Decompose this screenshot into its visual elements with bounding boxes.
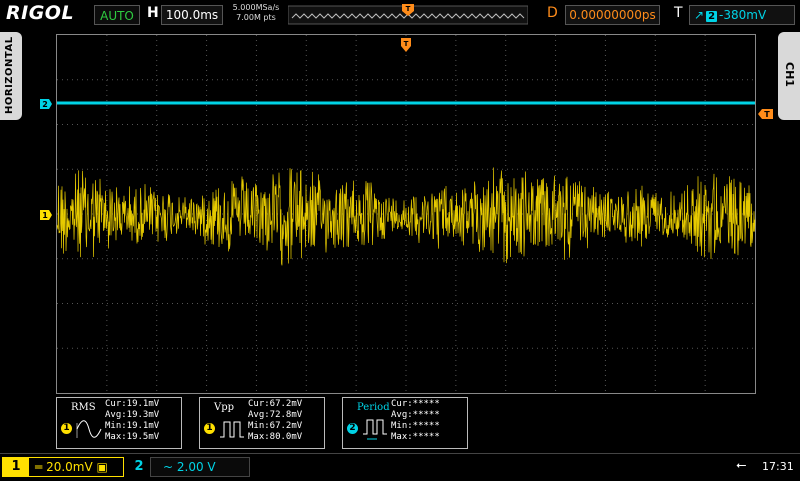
- clock: 17:31: [762, 460, 794, 473]
- vpp-pulse-icon: [220, 421, 244, 438]
- ch2-number[interactable]: 2: [130, 458, 148, 476]
- ch2-scale-value: 2.00 V: [176, 460, 216, 474]
- measurement-title: RMS: [71, 402, 96, 413]
- ac-coupling-icon: ~: [163, 460, 174, 474]
- measurement-period[interactable]: Period 2 Cur:***** Avg:***** Min:***** M…: [342, 397, 468, 449]
- ch1-scale-value: 20.0mV: [46, 460, 93, 474]
- ch2-offset-marker[interactable]: 2: [40, 99, 52, 109]
- min-value: Min:67.2mV: [248, 421, 303, 431]
- source-badge: 2: [347, 423, 358, 434]
- measurement-rms[interactable]: RMS 1 Cur:19.1mV Avg:19.3mV Min:19.1mV M…: [56, 397, 182, 449]
- ch1-marker-text: 1: [42, 211, 48, 220]
- dc-coupling-icon: ═: [35, 460, 43, 474]
- period-pulse-icon: [363, 419, 387, 440]
- ch1-settings[interactable]: 1 ═ 20.0mV ▣: [2, 457, 124, 477]
- bandwidth-limit-icon: ▣: [96, 460, 108, 474]
- ch1-scale: ═ 20.0mV ▣: [35, 458, 108, 476]
- trigger-level-text: T: [764, 110, 770, 119]
- cur-value: Cur:19.1mV: [105, 399, 160, 409]
- avg-value: Avg:*****: [391, 410, 440, 420]
- avg-value: Avg:72.8mV: [248, 410, 303, 420]
- cur-value: Cur:*****: [391, 399, 440, 409]
- source-badge: 1: [61, 423, 72, 434]
- min-value: Min:*****: [391, 421, 440, 431]
- source-badge: 1: [204, 423, 215, 434]
- avg-value: Avg:19.3mV: [105, 410, 160, 420]
- min-value: Min:19.1mV: [105, 421, 160, 431]
- trigger-position-text: T: [404, 40, 409, 48]
- ch1-offset-marker[interactable]: 1: [40, 210, 52, 220]
- ch2-settings[interactable]: ~ 2.00 V: [150, 457, 250, 477]
- cur-value: Cur:67.2mV: [248, 399, 303, 409]
- ch2-marker-text: 2: [42, 100, 48, 109]
- waveform-display[interactable]: T 2 1 T: [0, 0, 800, 400]
- rms-wave-icon: [76, 420, 102, 438]
- measurement-values: Cur:19.1mV Avg:19.3mV Min:19.1mV Max:19.…: [105, 399, 159, 443]
- measurement-values: Cur:67.2mV Avg:72.8mV Min:67.2mV Max:80.…: [248, 399, 302, 443]
- measurement-values: Cur:***** Avg:***** Min:***** Max:*****: [391, 399, 440, 443]
- max-value: Max:80.0mV: [248, 432, 303, 442]
- max-value: Max:19.5mV: [105, 432, 160, 442]
- measurement-title: Period: [357, 402, 390, 413]
- usb-icon: ⭠: [736, 458, 747, 473]
- ch1-number: 1: [3, 458, 29, 476]
- trigger-level-marker[interactable]: T: [758, 109, 773, 119]
- measurement-vpp[interactable]: Vpp 1 Cur:67.2mV Avg:72.8mV Min:67.2mV M…: [199, 397, 325, 449]
- max-value: Max:*****: [391, 432, 440, 442]
- measurement-title: Vpp: [214, 402, 235, 413]
- trigger-position-marker[interactable]: T: [401, 38, 411, 52]
